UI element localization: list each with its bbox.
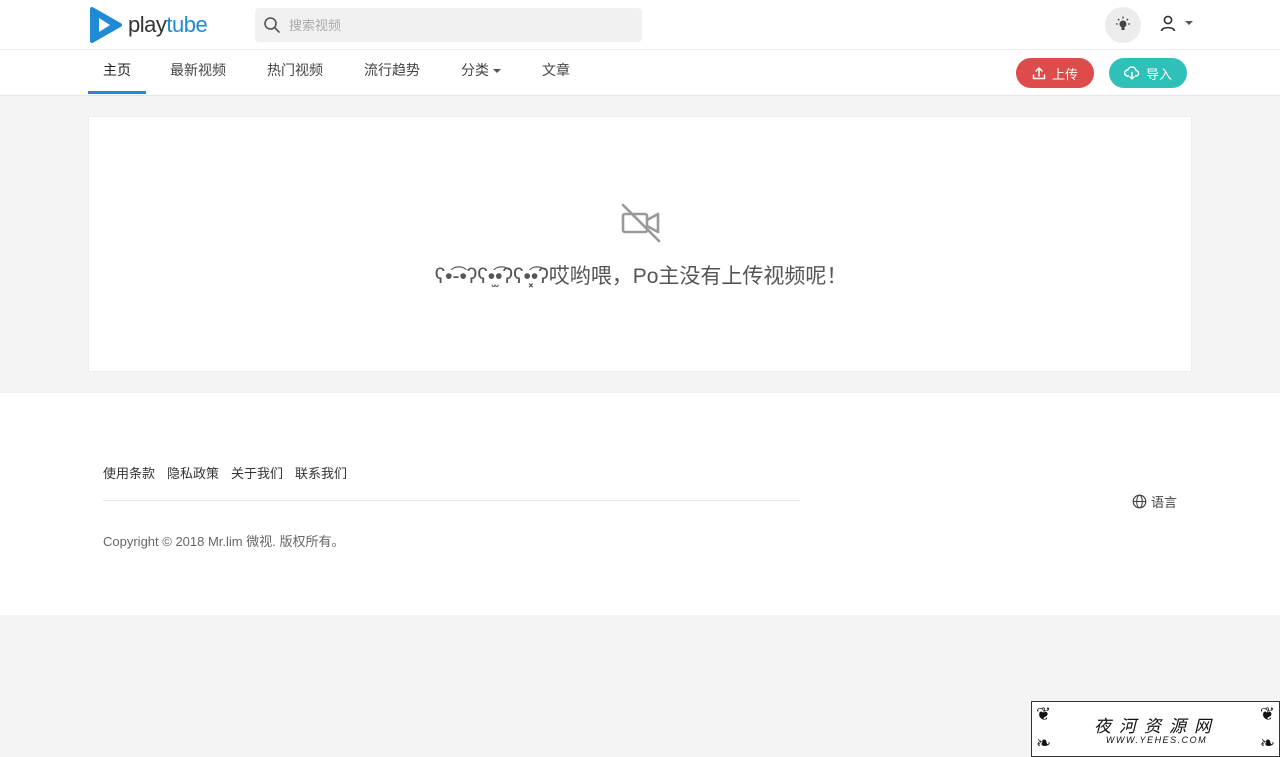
theme-toggle-button[interactable] <box>1105 7 1141 43</box>
footer-divider <box>103 500 800 501</box>
nav-item-latest[interactable]: 最新视频 <box>155 50 241 94</box>
chevron-down-icon <box>493 69 501 74</box>
logo[interactable]: playtube <box>88 6 208 44</box>
footer-link-terms[interactable]: 使用条款 <box>103 463 155 482</box>
watermark-title: 夜河资源网 <box>1094 717 1219 737</box>
import-button[interactable]: 导入 <box>1109 58 1187 88</box>
copyright-text: Copyright © 2018 Mr.lim 微视. 版权所有。 <box>103 534 345 549</box>
main-nav: 主页 最新视频 热门视频 流行趋势 分类 文章 上传 导入 <box>0 50 1280 96</box>
video-off-icon <box>621 203 661 243</box>
footer-link-about[interactable]: 关于我们 <box>231 463 283 482</box>
logo-text: playtube <box>128 12 208 37</box>
import-button-label: 导入 <box>1145 66 1172 82</box>
search-input[interactable] <box>289 17 619 33</box>
cloud-download-icon <box>1123 66 1140 80</box>
language-label: 语言 <box>1151 495 1178 510</box>
language-selector[interactable]: 语言 <box>1132 492 1177 511</box>
search-bar <box>255 8 642 42</box>
nav-item-articles[interactable]: 文章 <box>527 50 585 94</box>
globe-icon <box>1132 494 1147 509</box>
play-logo-icon <box>90 7 122 43</box>
watermark: ❦ ❦ ❧ ❧ 夜河资源网 WWW.YEHES.COM <box>1031 701 1280 757</box>
nav-item-categories[interactable]: 分类 <box>446 50 516 94</box>
nav-item-trending[interactable]: 流行趋势 <box>349 50 435 94</box>
nav-item-top[interactable]: 热门视频 <box>252 50 338 94</box>
lightbulb-icon <box>1116 16 1130 30</box>
user-icon <box>1160 15 1176 32</box>
footer-links: 使用条款 隐私政策 关于我们 联系我们 <box>103 463 347 482</box>
empty-state-card: ʕ•͡-•ʔʕ•̫͡•ʔʕ•͓͡•ʔ哎哟喂，Po主没有上传视频呢！ <box>88 116 1192 372</box>
user-menu-button[interactable] <box>1159 14 1193 32</box>
upload-button-label: 上传 <box>1051 66 1078 82</box>
nav-item-home[interactable]: 主页 <box>88 50 146 94</box>
footer-link-contact[interactable]: 联系我们 <box>295 463 347 482</box>
nav-item-categories-label: 分类 <box>461 62 489 78</box>
watermark-url: WWW.YEHES.COM <box>1105 735 1208 745</box>
footer-link-privacy[interactable]: 隐私政策 <box>167 463 219 482</box>
empty-state-message: ʕ•͡-•ʔʕ•̫͡•ʔʕ•͓͡•ʔ哎哟喂，Po主没有上传视频呢！ <box>434 265 848 288</box>
footer: 使用条款 隐私政策 关于我们 联系我们 Copyright © 2018 Mr.… <box>0 392 1280 615</box>
chevron-down-icon <box>1185 21 1193 25</box>
top-header: playtube <box>0 0 1280 50</box>
upload-button[interactable]: 上传 <box>1016 58 1094 88</box>
upload-icon <box>1032 67 1046 80</box>
search-icon[interactable] <box>263 16 281 34</box>
